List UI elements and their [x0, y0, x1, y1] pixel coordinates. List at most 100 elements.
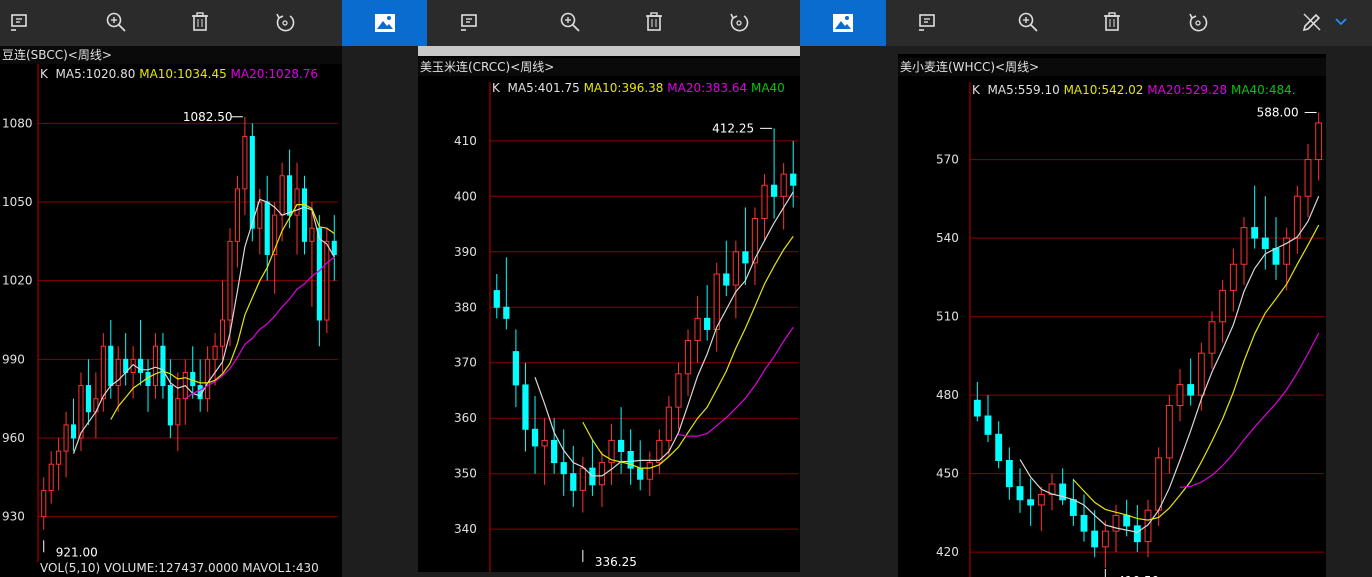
candlestick-chart-sbcc: 930 960 990 1020 1050 1080 1082.50 921.00	[2, 64, 338, 562]
candle-body	[197, 385, 203, 400]
candle-body	[1251, 227, 1259, 239]
candle-body	[279, 175, 285, 216]
y-tick-label: 570	[936, 153, 959, 167]
candle-body	[560, 462, 567, 475]
candle-body	[85, 385, 91, 413]
y-tick-label: 1080	[2, 116, 33, 130]
crop-icon[interactable]	[0, 4, 40, 40]
candle-body	[1208, 321, 1216, 354]
delete-icon[interactable]	[180, 4, 220, 40]
candle-body	[56, 450, 62, 465]
candle-body	[1037, 494, 1045, 506]
y-tick-label: 960	[2, 431, 25, 445]
candle-body	[1229, 263, 1237, 291]
rotate-icon[interactable]	[719, 4, 759, 40]
candle-body	[503, 306, 510, 319]
candle-body	[301, 188, 308, 242]
y-tick-label: 990	[2, 352, 25, 366]
crop-icon[interactable]	[908, 4, 948, 40]
y-tick-label: 360	[454, 411, 477, 425]
candle-body	[249, 135, 255, 229]
y-tick-label: 380	[454, 300, 477, 314]
candle-body	[152, 345, 159, 387]
candle-body	[1123, 514, 1131, 527]
y-tick-label: 340	[454, 522, 477, 536]
candle-body	[1187, 384, 1195, 396]
candle-body	[541, 439, 548, 447]
candle-body	[324, 240, 330, 321]
ma5-line	[1019, 195, 1320, 533]
candle-body	[598, 462, 606, 486]
candle-body	[522, 384, 529, 430]
chevron-down-icon[interactable]	[1326, 4, 1356, 40]
candle-body	[579, 467, 586, 491]
y-tick-label: 420	[936, 545, 959, 559]
candle-body	[1101, 530, 1109, 548]
y-tick-label: 1020	[2, 274, 33, 288]
candle-body	[234, 188, 240, 242]
candle-body	[294, 188, 300, 216]
candle-body	[316, 227, 322, 321]
crop-icon[interactable]	[450, 4, 490, 40]
candle-body	[138, 358, 144, 373]
candle-body	[242, 135, 248, 190]
image-icon[interactable]	[800, 0, 886, 46]
candle-body	[1197, 352, 1205, 396]
y-tick-label: 480	[936, 388, 959, 402]
candle-body	[190, 371, 196, 387]
candle-body	[212, 345, 218, 360]
candle-body	[713, 273, 720, 330]
candle-body	[512, 351, 520, 386]
candle-body	[331, 240, 337, 255]
candle-body	[1304, 159, 1312, 197]
candle-body	[1069, 499, 1077, 516]
candle-body	[780, 173, 787, 197]
candle-body	[984, 415, 992, 435]
candle-body	[973, 399, 981, 417]
candle-body	[551, 439, 558, 464]
y-tick-label: 1050	[2, 195, 33, 209]
candle-body	[790, 173, 797, 186]
candle-body	[1272, 248, 1280, 265]
candle-body	[1005, 459, 1013, 488]
candle-body	[761, 184, 768, 219]
candle-body	[684, 340, 692, 375]
candle-body	[1293, 195, 1301, 239]
high-marker-label: 588.00	[1257, 105, 1299, 119]
candle-body	[742, 251, 749, 264]
candle-body	[41, 489, 47, 518]
y-tick-label: 450	[936, 467, 959, 481]
y-tick-label: 390	[454, 245, 477, 259]
candle-body	[570, 473, 577, 491]
delete-icon[interactable]	[1092, 4, 1132, 40]
ma10-line	[1072, 224, 1320, 521]
candle-body	[1240, 227, 1248, 265]
rotate-icon[interactable]	[1178, 4, 1218, 40]
zoom-in-icon[interactable]	[1008, 4, 1048, 40]
delete-icon[interactable]	[634, 4, 674, 40]
candle-body	[264, 201, 270, 255]
candle-body	[70, 424, 77, 439]
candle-body	[205, 358, 211, 400]
candle-body	[723, 273, 730, 286]
candle-body	[675, 373, 682, 408]
rotate-icon[interactable]	[265, 4, 305, 40]
candle-body	[167, 385, 173, 426]
candle-body	[704, 317, 711, 330]
chart-panel-whcc: 美小麦连(WHCC)<周线> K MA5:559.10 MA10:542.02 …	[898, 54, 1326, 577]
candle-body	[531, 428, 539, 447]
candle-body	[1219, 289, 1227, 323]
zoom-in-icon[interactable]	[550, 4, 590, 40]
y-tick-label: 510	[936, 310, 959, 324]
candle-body	[770, 184, 778, 197]
zoom-in-icon[interactable]	[96, 4, 136, 40]
candle-body	[1165, 405, 1173, 459]
candle-body	[219, 319, 226, 347]
candle-body	[617, 439, 625, 452]
candle-body	[100, 345, 106, 400]
candle-body	[1315, 122, 1323, 161]
image-icon[interactable]	[342, 0, 427, 46]
candle-body	[160, 345, 166, 387]
candle-body	[1016, 486, 1024, 501]
y-tick-label: 930	[2, 510, 25, 524]
